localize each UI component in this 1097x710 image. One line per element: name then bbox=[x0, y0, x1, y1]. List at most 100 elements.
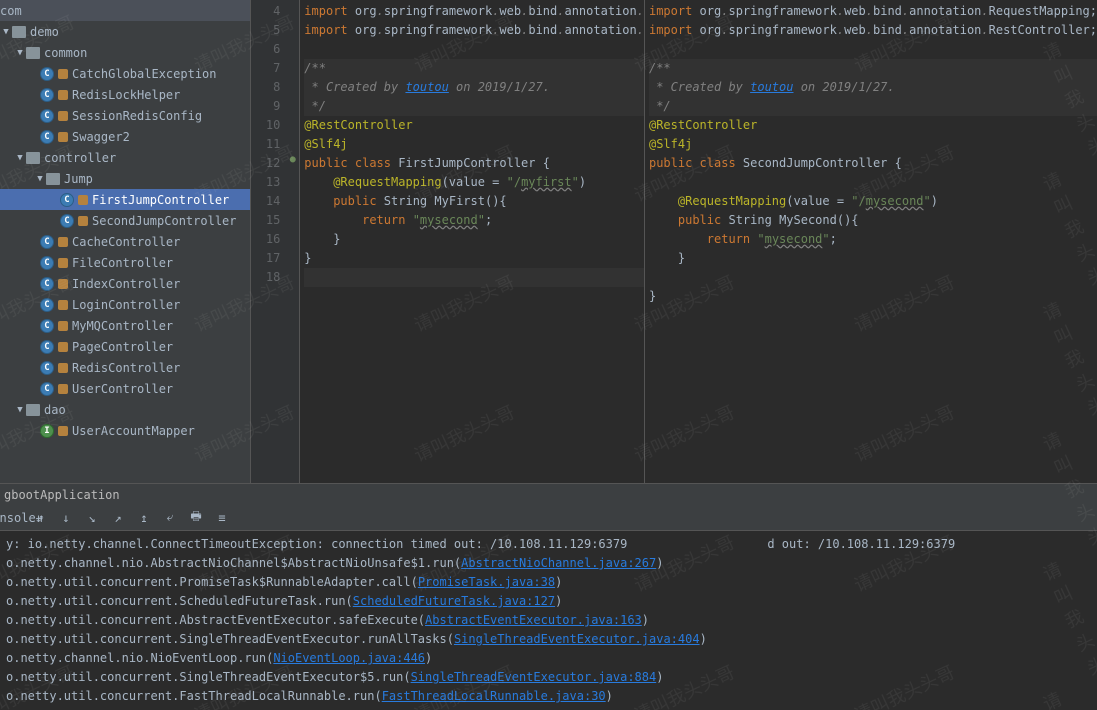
tree-item-CatchGlobalException[interactable]: CCatchGlobalException bbox=[0, 63, 250, 84]
class-icon: C bbox=[40, 298, 54, 312]
source-link[interactable]: NioEventLoop.java:446 bbox=[273, 651, 425, 665]
class-icon: C bbox=[40, 340, 54, 354]
sub-icon bbox=[58, 111, 68, 121]
run-tab-bar: gbootApplication bbox=[0, 484, 1097, 505]
tree-item-RedisController[interactable]: CRedisController bbox=[0, 357, 250, 378]
console-line: o.netty.util.concurrent.FastThreadLocalR… bbox=[6, 687, 1091, 706]
tree-item-PageController[interactable]: CPageController bbox=[0, 336, 250, 357]
sub-icon bbox=[58, 342, 68, 352]
console-tab[interactable]: Console → bbox=[4, 508, 24, 528]
editor-second[interactable]: import org.springframework.web.bind.anno… bbox=[644, 0, 1097, 483]
tree-item-FirstJumpController[interactable]: CFirstJumpController bbox=[0, 189, 250, 210]
tree-item-UserController[interactable]: CUserController bbox=[0, 378, 250, 399]
source-link[interactable]: SingleThreadEventExecutor.java:404 bbox=[454, 632, 700, 646]
tree-item-com[interactable]: com bbox=[0, 0, 250, 21]
chevron-down-icon[interactable] bbox=[14, 153, 26, 163]
sub-icon bbox=[58, 90, 68, 100]
folder-icon bbox=[46, 173, 60, 185]
sub-icon bbox=[58, 279, 68, 289]
tree-item-Swagger2[interactable]: CSwagger2 bbox=[0, 126, 250, 147]
class-icon: I bbox=[40, 424, 54, 438]
sub-icon bbox=[58, 363, 68, 373]
sub-icon bbox=[78, 195, 88, 205]
tree-item-IndexController[interactable]: CIndexController bbox=[0, 273, 250, 294]
run-config-label: gbootApplication bbox=[4, 488, 120, 502]
console-line: o.netty.util.concurrent.SingleThreadEven… bbox=[6, 630, 1091, 649]
sub-icon bbox=[58, 132, 68, 142]
editor-area: 456789101112131415161718 ● import org.sp… bbox=[250, 0, 1097, 483]
sub-icon bbox=[58, 384, 68, 394]
chevron-down-icon[interactable] bbox=[34, 174, 46, 184]
tool-icon[interactable]: ↗ bbox=[108, 508, 128, 528]
source-link[interactable]: SingleThreadEventExecutor.java:884 bbox=[411, 670, 657, 684]
tree-item-SecondJumpController[interactable]: CSecondJumpController bbox=[0, 210, 250, 231]
sub-icon bbox=[58, 258, 68, 268]
code-area[interactable]: import org.springframework.web.bind.anno… bbox=[300, 0, 644, 483]
source-link[interactable]: PromiseTask.java:38 bbox=[418, 575, 555, 589]
folder-icon bbox=[26, 47, 40, 59]
marks-gutter: ● bbox=[286, 0, 300, 483]
folder-icon bbox=[26, 152, 40, 164]
console-line: o.netty.util.concurrent.PromiseTask$Runn… bbox=[6, 573, 1091, 592]
class-icon: C bbox=[40, 109, 54, 123]
wrap-icon[interactable]: ⤶ bbox=[160, 508, 180, 528]
run-panel: gbootApplication Console → ⇵ ↓ ↘ ↗ ↥ ⤶ 🖶… bbox=[0, 483, 1097, 710]
class-icon: C bbox=[40, 382, 54, 396]
tree-item-FileController[interactable]: CFileController bbox=[0, 252, 250, 273]
console-line: o.netty.util.concurrent.ScheduledFutureT… bbox=[6, 592, 1091, 611]
tree-item-demo[interactable]: demo bbox=[0, 21, 250, 42]
scroll-down-icon[interactable]: ↓ bbox=[56, 508, 76, 528]
class-icon: C bbox=[40, 361, 54, 375]
chevron-down-icon[interactable] bbox=[14, 48, 26, 58]
console-line: o.netty.channel.nio.AbstractNioChannel$A… bbox=[6, 554, 1091, 573]
class-icon: C bbox=[40, 256, 54, 270]
sub-icon bbox=[78, 216, 88, 226]
class-icon: C bbox=[40, 130, 54, 144]
class-icon: C bbox=[40, 277, 54, 291]
console-line: o.netty.util.concurrent.SingleThreadEven… bbox=[6, 668, 1091, 687]
tree-item-SessionRedisConfig[interactable]: CSessionRedisConfig bbox=[0, 105, 250, 126]
sub-icon bbox=[58, 321, 68, 331]
class-icon: C bbox=[40, 235, 54, 249]
console-toolbar: Console → ⇵ ↓ ↘ ↗ ↥ ⤶ 🖶 ≡ bbox=[0, 505, 1097, 531]
class-icon: C bbox=[60, 193, 74, 207]
filter-icon[interactable]: ≡ bbox=[212, 508, 232, 528]
console-line: o.netty.channel.nio.NioEventLoop.run(Nio… bbox=[6, 649, 1091, 668]
print-icon[interactable]: 🖶 bbox=[186, 508, 206, 528]
spring-icon: ● bbox=[286, 154, 299, 173]
source-link[interactable]: FastThreadLocalRunnable.java:30 bbox=[382, 689, 606, 703]
tree-item-controller[interactable]: controller bbox=[0, 147, 250, 168]
tree-item-RedisLockHelper[interactable]: CRedisLockHelper bbox=[0, 84, 250, 105]
editor-first[interactable]: 456789101112131415161718 ● import org.sp… bbox=[250, 0, 644, 483]
folder-icon bbox=[12, 26, 26, 38]
tree-item-dao[interactable]: dao bbox=[0, 399, 250, 420]
source-link[interactable]: ScheduledFutureTask.java:127 bbox=[353, 594, 555, 608]
tree-item-CacheController[interactable]: CCacheController bbox=[0, 231, 250, 252]
line-gutter: 456789101112131415161718 bbox=[251, 0, 286, 483]
tree-item-MyMQController[interactable]: CMyMQController bbox=[0, 315, 250, 336]
console-line: o.netty.util.concurrent.AbstractEventExe… bbox=[6, 611, 1091, 630]
tree-item-jump[interactable]: Jump bbox=[0, 168, 250, 189]
console-line: y: io.netty.channel.ConnectTimeoutExcept… bbox=[6, 535, 1091, 554]
code-area[interactable]: import org.springframework.web.bind.anno… bbox=[645, 0, 1097, 483]
tree-item-LoginController[interactable]: CLoginController bbox=[0, 294, 250, 315]
tool-icon[interactable]: ↥ bbox=[134, 508, 154, 528]
tree-item-UserAccountMapper[interactable]: IUserAccountMapper bbox=[0, 420, 250, 441]
sub-icon bbox=[58, 69, 68, 79]
sub-icon bbox=[58, 237, 68, 247]
sub-icon bbox=[58, 426, 68, 436]
project-tree[interactable]: com demo common CCatchGlobalExceptionCRe… bbox=[0, 0, 250, 483]
chevron-down-icon[interactable] bbox=[14, 405, 26, 415]
chevron-down-icon[interactable] bbox=[0, 27, 12, 37]
class-icon: C bbox=[40, 319, 54, 333]
source-link[interactable]: AbstractEventExecutor.java:163 bbox=[425, 613, 642, 627]
source-link[interactable]: AbstractNioChannel.java:267 bbox=[461, 556, 656, 570]
tool-icon[interactable]: ⇵ bbox=[30, 508, 50, 528]
tree-item-common[interactable]: common bbox=[0, 42, 250, 63]
class-icon: C bbox=[60, 214, 74, 228]
folder-icon bbox=[26, 404, 40, 416]
tool-icon[interactable]: ↘ bbox=[82, 508, 102, 528]
sub-icon bbox=[58, 300, 68, 310]
console-output[interactable]: y: io.netty.channel.ConnectTimeoutExcept… bbox=[0, 531, 1097, 710]
class-icon: C bbox=[40, 67, 54, 81]
